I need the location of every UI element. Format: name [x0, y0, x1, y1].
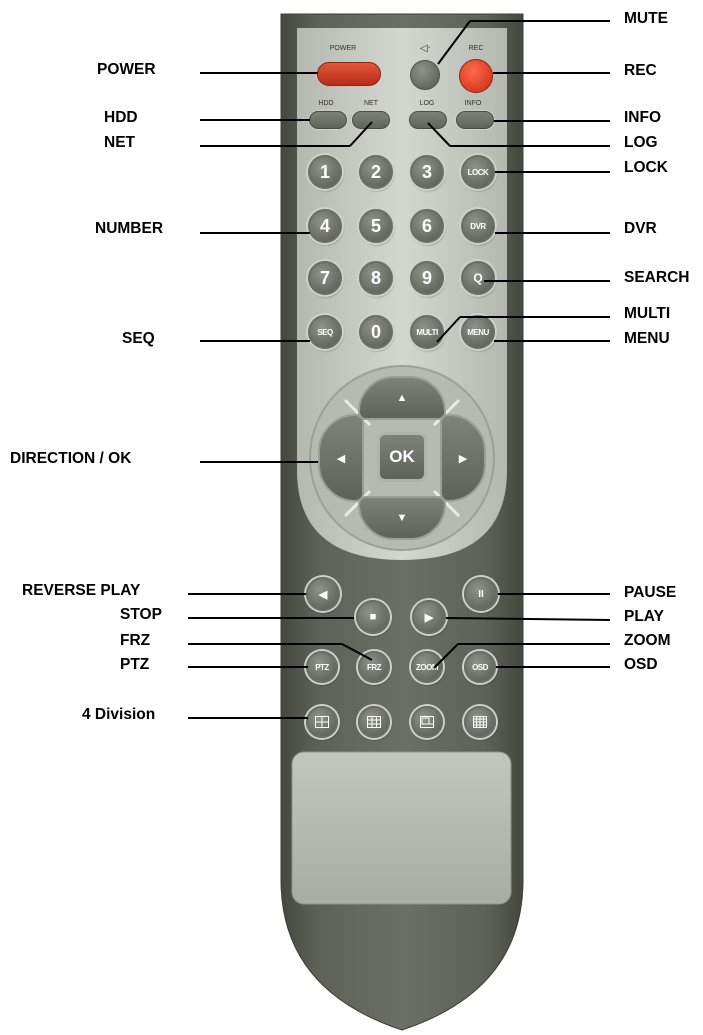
- down-arrow-icon: ▼: [396, 512, 408, 524]
- net-button[interactable]: [352, 111, 390, 129]
- pause-button[interactable]: II: [464, 577, 498, 611]
- info-button[interactable]: [456, 111, 494, 129]
- reverse-play-button[interactable]: ◀: [306, 577, 340, 611]
- net-silk-label: NET: [364, 100, 378, 107]
- callout-stop: STOP: [120, 606, 162, 623]
- division-pip-button[interactable]: [411, 706, 443, 738]
- dvr-button[interactable]: DVR: [461, 209, 495, 243]
- number-3-button[interactable]: 3: [410, 155, 444, 189]
- callout-hdd: HDD: [104, 109, 138, 126]
- left-arrow-icon: ◀: [336, 452, 346, 465]
- division-9-button[interactable]: [358, 706, 390, 738]
- callout-search: SEARCH: [624, 269, 690, 286]
- number-9-button[interactable]: 9: [410, 261, 444, 295]
- menu-button[interactable]: MENU: [461, 315, 495, 349]
- info-silk-label: INFO: [464, 100, 482, 107]
- nine-grid-icon: [367, 716, 381, 728]
- callout-multi: MULTI: [624, 305, 671, 322]
- division-4-button[interactable]: [306, 706, 338, 738]
- stop-button[interactable]: ■: [356, 600, 390, 634]
- lock-button[interactable]: LOCK: [461, 155, 495, 189]
- play-button[interactable]: ▶: [412, 600, 446, 634]
- power-button[interactable]: [317, 62, 381, 86]
- callout-direction: DIRECTION / OK: [10, 450, 132, 467]
- number-6-button[interactable]: 6: [410, 209, 444, 243]
- number-0-button[interactable]: 0: [359, 315, 393, 349]
- number-5-button[interactable]: 5: [359, 209, 393, 243]
- hdd-silk-label: HDD: [318, 100, 334, 107]
- ptz-button[interactable]: PTZ: [306, 651, 338, 683]
- multi-button[interactable]: MULTI: [410, 315, 444, 349]
- callout-menu: MENU: [624, 330, 670, 347]
- quad-grid-icon: [315, 716, 329, 728]
- pip-grid-icon: [420, 716, 434, 728]
- osd-button[interactable]: OSD: [464, 651, 496, 683]
- callout-info: INFO: [624, 109, 662, 126]
- callout-division: 4 Division: [82, 706, 156, 723]
- number-7-button[interactable]: 7: [308, 261, 342, 295]
- power-silk-label: POWER: [329, 45, 357, 52]
- log-silk-label: LOG: [419, 100, 435, 107]
- number-8-button[interactable]: 8: [359, 261, 393, 295]
- pause-icon: II: [478, 588, 484, 600]
- callout-net: NET: [104, 134, 135, 151]
- number-1-button[interactable]: 1: [308, 155, 342, 189]
- rec-silk-label: REC: [468, 45, 484, 52]
- callout-power: POWER: [97, 61, 156, 78]
- log-button[interactable]: [409, 111, 447, 129]
- callout-osd: OSD: [624, 656, 658, 673]
- callout-mute: MUTE: [624, 10, 668, 27]
- callout-lock: LOCK: [624, 159, 668, 176]
- stop-icon: ■: [369, 611, 377, 623]
- rec-button[interactable]: [459, 59, 493, 93]
- ok-button[interactable]: OK: [377, 432, 427, 482]
- right-arrow-icon: ▶: [458, 452, 468, 465]
- mute-button[interactable]: [410, 60, 440, 90]
- callout-ptz: PTZ: [120, 656, 150, 673]
- callout-pause: PAUSE: [624, 584, 677, 601]
- callout-seq: SEQ: [122, 330, 155, 347]
- number-4-button[interactable]: 4: [308, 209, 342, 243]
- callout-dvr: DVR: [624, 220, 657, 237]
- zoom-button[interactable]: ZOOM: [411, 651, 443, 683]
- callout-reverse-play: REVERSE PLAY: [22, 582, 141, 599]
- callout-zoom: ZOOM: [624, 632, 671, 649]
- callout-log: LOG: [624, 134, 658, 151]
- remote-body: [280, 13, 524, 1031]
- seq-button[interactable]: SEQ: [308, 315, 342, 349]
- callout-rec: REC: [624, 62, 657, 79]
- remote-diagram: POWER ◁ᐧ REC HDD NET LOG INFO 1 2 3 LOCK…: [0, 0, 703, 1035]
- hdd-button[interactable]: [309, 111, 347, 129]
- up-arrow-icon: ▲: [396, 392, 408, 404]
- play-icon: ▶: [424, 611, 434, 624]
- callout-play: PLAY: [624, 608, 664, 625]
- callout-frz: FRZ: [120, 632, 151, 649]
- callout-number: NUMBER: [95, 220, 164, 237]
- sixteen-grid-icon: [473, 716, 487, 728]
- division-16-button[interactable]: [464, 706, 496, 738]
- reverse-play-icon: ◀: [318, 588, 328, 601]
- search-button[interactable]: Q: [461, 261, 495, 295]
- number-2-button[interactable]: 2: [359, 155, 393, 189]
- blank-pad: [291, 751, 512, 905]
- frz-button[interactable]: FRZ: [358, 651, 390, 683]
- mute-silk-icon: ◁ᐧ: [419, 43, 431, 54]
